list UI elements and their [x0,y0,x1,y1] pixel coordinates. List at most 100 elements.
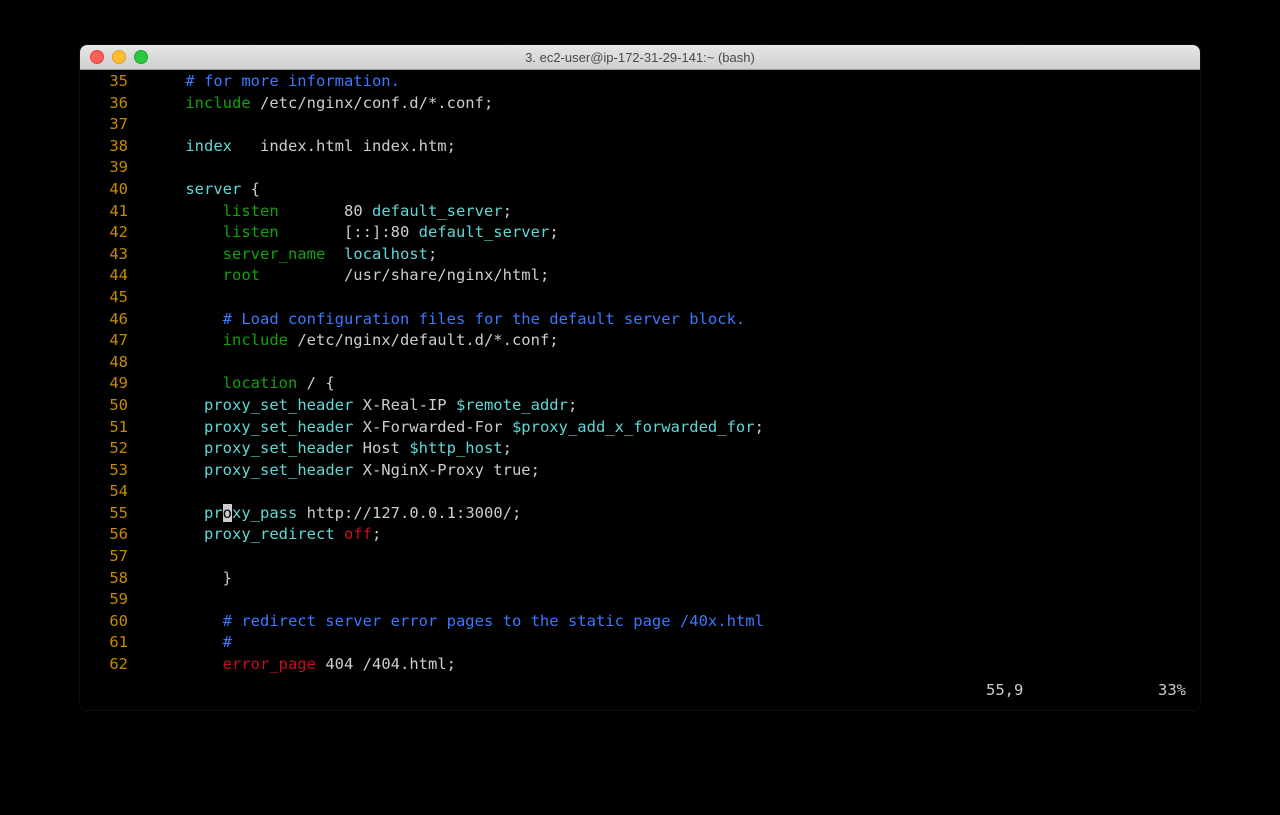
terminal-viewport[interactable]: 35 # for more information.36 include /et… [80,71,1200,710]
syntax-token: $proxy_add_x_forwarded_for [512,418,755,436]
line-code[interactable]: index index.html index.htm; [128,136,456,158]
line-number: 53 [80,460,128,482]
line-code[interactable] [128,157,148,179]
editor-line[interactable]: 62 error_page 404 /404.html; [80,654,1200,676]
syntax-token: X-Real-IP [353,396,456,414]
editor-line[interactable]: 51 proxy_set_header X-Forwarded-For $pro… [80,417,1200,439]
line-code[interactable]: proxy_pass http://127.0.0.1:3000/; [128,503,521,525]
zoom-icon[interactable] [134,50,148,64]
editor-line[interactable]: 61 # [80,632,1200,654]
syntax-token: index [185,137,232,155]
editor-line[interactable]: 55 proxy_pass http://127.0.0.1:3000/; [80,503,1200,525]
syntax-token [148,310,223,328]
editor-line[interactable]: 40 server { [80,179,1200,201]
minimize-icon[interactable] [112,50,126,64]
line-code[interactable]: # [128,632,232,654]
line-code[interactable]: include /etc/nginx/default.d/*.conf; [128,330,559,352]
line-code[interactable] [128,481,148,503]
window-title: 3. ec2-user@ip-172-31-29-141:~ (bash) [80,50,1200,65]
editor-line[interactable]: 57 [80,546,1200,568]
syntax-token: { [325,374,334,392]
editor-line[interactable]: 49 location / { [80,373,1200,395]
line-code[interactable] [128,546,148,568]
line-code[interactable] [128,352,148,374]
syntax-token: server_name [223,245,326,263]
editor-line[interactable]: 48 [80,352,1200,374]
line-number: 62 [80,654,128,676]
editor-line[interactable]: 53 proxy_set_header X-NginX-Proxy true; [80,460,1200,482]
line-code[interactable]: proxy_redirect off; [128,524,381,546]
line-code[interactable]: proxy_set_header X-NginX-Proxy true; [128,460,540,482]
syntax-token [148,245,223,263]
line-code[interactable]: include /etc/nginx/conf.d/*.conf; [128,93,493,115]
line-number: 36 [80,93,128,115]
syntax-token [279,202,344,220]
line-code[interactable]: } [128,568,232,590]
line-code[interactable]: listen [::]:80 default_server; [128,222,559,244]
editor-line[interactable]: 56 proxy_redirect off; [80,524,1200,546]
syntax-token: # Load configuration files for the defau… [223,310,746,328]
syntax-token: listen [223,202,279,220]
syntax-token: proxy_set_header [204,439,353,457]
line-number: 38 [80,136,128,158]
line-code[interactable] [128,287,148,309]
syntax-token: } [148,569,232,587]
editor-line[interactable]: 44 root /usr/share/nginx/html; [80,265,1200,287]
line-code[interactable]: error_page 404 /404.html; [128,654,456,676]
editor-line[interactable]: 58 } [80,568,1200,590]
editor-line[interactable]: 47 include /etc/nginx/default.d/*.conf; [80,330,1200,352]
syntax-token: ; [503,439,512,457]
syntax-token: ; [549,223,558,241]
editor-line[interactable]: 38 index index.html index.htm; [80,136,1200,158]
editor-line[interactable]: 43 server_name localhost; [80,244,1200,266]
scroll-percent: 33% [1126,680,1200,702]
syntax-token [148,374,223,392]
line-code[interactable]: server_name localhost; [128,244,437,266]
line-code[interactable]: # Load configuration files for the defau… [128,309,745,331]
syntax-token [148,439,204,457]
line-number: 58 [80,568,128,590]
editor-line[interactable]: 36 include /etc/nginx/conf.d/*.conf; [80,93,1200,115]
line-code[interactable]: listen 80 default_server; [128,201,512,223]
line-code[interactable]: proxy_set_header Host $http_host; [128,438,512,460]
editor-line[interactable]: 41 listen 80 default_server; [80,201,1200,223]
syntax-token: default_server [372,202,503,220]
editor-line[interactable]: 52 proxy_set_header Host $http_host; [80,438,1200,460]
syntax-token: 127.0.0.1:3000 [372,504,503,522]
editor-line[interactable]: 45 [80,287,1200,309]
syntax-token: /usr/share/nginx/html; [260,266,549,284]
line-number: 54 [80,481,128,503]
editor-line[interactable]: 54 [80,481,1200,503]
syntax-token: proxy_set_header [204,396,353,414]
line-code[interactable] [128,114,148,136]
line-code[interactable]: server { [128,179,260,201]
syntax-token [148,72,185,90]
editor-line[interactable]: 35 # for more information. [80,71,1200,93]
editor-line[interactable]: 39 [80,157,1200,179]
close-icon[interactable] [90,50,104,64]
line-code[interactable]: proxy_set_header X-Real-IP $remote_addr; [128,395,577,417]
syntax-token [148,180,185,198]
editor-line[interactable]: 59 [80,589,1200,611]
editor-content[interactable]: 35 # for more information.36 include /et… [80,71,1200,676]
syntax-token [335,525,344,543]
editor-line[interactable]: 50 proxy_set_header X-Real-IP $remote_ad… [80,395,1200,417]
editor-line[interactable]: 37 [80,114,1200,136]
line-number: 51 [80,417,128,439]
line-code[interactable]: # redirect server error pages to the sta… [128,611,764,633]
editor-line[interactable]: 42 listen [::]:80 default_server; [80,222,1200,244]
editor-line[interactable]: 46 # Load configuration files for the de… [80,309,1200,331]
line-code[interactable]: root /usr/share/nginx/html; [128,265,549,287]
line-code[interactable]: proxy_set_header X-Forwarded-For $proxy_… [128,417,764,439]
line-code[interactable]: # for more information. [128,71,400,93]
line-code[interactable]: location / { [128,373,335,395]
line-number: 59 [80,589,128,611]
editor-status-line: 55,9 33% [80,680,1200,702]
syntax-token [148,633,223,651]
line-number: 57 [80,546,128,568]
editor-line[interactable]: 60 # redirect server error pages to the … [80,611,1200,633]
line-code[interactable] [128,589,148,611]
syntax-token: $http_host [409,439,502,457]
line-number: 46 [80,309,128,331]
syntax-token [148,266,223,284]
